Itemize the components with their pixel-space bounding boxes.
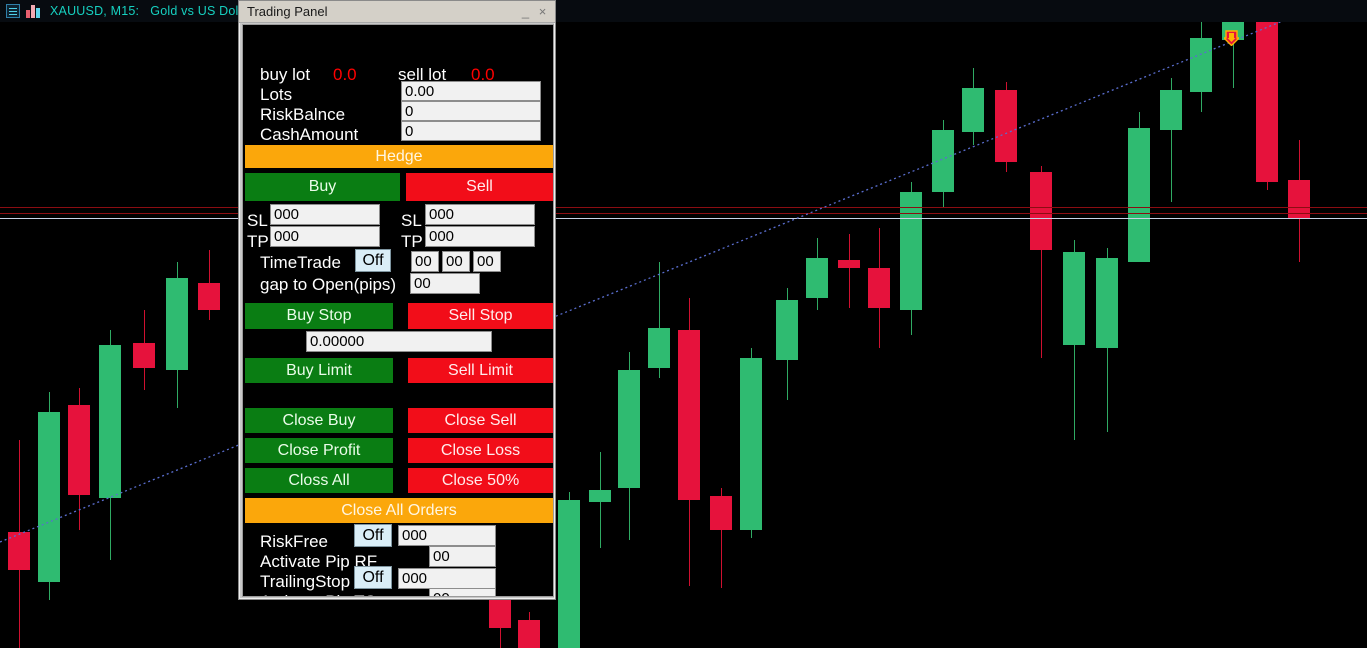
candle <box>838 234 860 308</box>
candle <box>1190 12 1212 112</box>
riskbalance-input[interactable]: 0 <box>401 101 541 121</box>
buy-stop-button[interactable]: Buy Stop <box>245 303 393 329</box>
sell-tp-label: TP <box>401 232 423 251</box>
candle <box>932 120 954 208</box>
close-all-button[interactable]: Closs All <box>245 468 393 493</box>
candle <box>776 288 798 400</box>
app-root: f XAUUSD, M15: Gold vs US Dollar Trading… <box>0 0 1367 648</box>
candle <box>1030 166 1052 358</box>
candle <box>900 182 922 335</box>
candle <box>1096 248 1118 432</box>
candle <box>710 488 732 588</box>
sell-tp-input[interactable]: 000 <box>425 226 535 247</box>
trading-panel-window[interactable]: Trading Panel _ × buy lot 0.0 sell lot 0… <box>238 0 556 600</box>
bid-line <box>0 218 1367 219</box>
timetrade-hours-input[interactable]: 00 <box>411 251 439 272</box>
candle <box>678 298 700 586</box>
candle <box>740 348 762 538</box>
candle <box>198 250 220 320</box>
close-50-percent-button[interactable]: Close 50% <box>408 468 553 493</box>
sell-signal-arrow-icon <box>1224 30 1239 46</box>
trailingstop-toggle[interactable]: Off <box>354 566 392 589</box>
pending-price-input[interactable]: 0.00000 <box>306 331 492 352</box>
riskfree-input[interactable]: 000 <box>398 525 496 546</box>
timetrade-minutes-input[interactable]: 00 <box>442 251 470 272</box>
panel-title: Trading Panel <box>247 4 328 19</box>
candle <box>1063 240 1085 440</box>
candle <box>68 388 90 530</box>
market-watch-icon[interactable] <box>6 4 20 18</box>
candle <box>558 492 580 648</box>
close-buy-button[interactable]: Close Buy <box>245 408 393 433</box>
sl-line <box>0 213 1367 214</box>
candle <box>962 68 984 145</box>
activate-pip-ts-input[interactable]: 00 <box>429 588 496 596</box>
buy-limit-button[interactable]: Buy Limit <box>245 358 393 383</box>
candle <box>166 262 188 408</box>
timetrade-toggle[interactable]: Off <box>355 249 391 272</box>
symbol-label: XAUUSD, M15: Gold vs US Dollar <box>50 4 253 18</box>
trailingstop-input[interactable]: 000 <box>398 568 496 589</box>
close-sell-button[interactable]: Close Sell <box>408 408 553 433</box>
buy-sl-label: SL <box>247 211 268 230</box>
panel-titlebar[interactable]: Trading Panel _ × <box>239 1 555 23</box>
riskfree-toggle[interactable]: Off <box>354 524 392 547</box>
lots-input[interactable]: 0.00 <box>401 81 541 101</box>
riskbalance-label: RiskBalnce <box>260 105 346 124</box>
candle <box>38 392 60 600</box>
candle <box>589 452 611 548</box>
gap-to-open-input[interactable]: 00 <box>410 273 480 294</box>
cashamount-input[interactable]: 0 <box>401 121 541 141</box>
candle <box>995 82 1017 172</box>
candle <box>648 262 670 378</box>
buy-tp-label: TP <box>247 232 269 251</box>
timetrade-label: TimeTrade <box>260 253 341 272</box>
sell-sl-input[interactable]: 000 <box>425 204 535 225</box>
candle <box>8 440 30 648</box>
panel-body: buy lot 0.0 sell lot 0.0 Lots 0.00 RiskB… <box>242 24 554 597</box>
hedge-button[interactable]: Hedge <box>245 145 553 168</box>
timetrade-seconds-input[interactable]: 00 <box>473 251 501 272</box>
close-loss-button[interactable]: Close Loss <box>408 438 553 463</box>
candle <box>1160 78 1182 202</box>
buy-lot-value: 0.0 <box>333 65 357 84</box>
close-all-orders-button[interactable]: Close All Orders <box>245 498 553 523</box>
sell-button[interactable]: Sell <box>406 173 553 201</box>
candle <box>99 330 121 560</box>
candle <box>868 228 890 348</box>
gap-to-open-label: gap to Open(pips) <box>260 275 397 294</box>
sell-limit-button[interactable]: Sell Limit <box>408 358 553 383</box>
minimize-icon[interactable]: _ <box>517 4 534 19</box>
mt4-symbol-bar: XAUUSD, M15: Gold vs US Dollar <box>0 0 1367 22</box>
ask-line <box>0 207 1367 208</box>
activate-pip-ts-label: Activate Pip TS <box>260 592 376 596</box>
price-chart[interactable]: f <box>0 0 1367 648</box>
candle <box>133 310 155 390</box>
candle <box>1288 140 1310 262</box>
candle <box>1128 112 1150 262</box>
close-profit-button[interactable]: Close Profit <box>245 438 393 463</box>
candle <box>806 238 828 310</box>
candle <box>618 352 640 540</box>
buy-button[interactable]: Buy <box>245 173 400 201</box>
candle <box>1256 8 1278 190</box>
lots-label: Lots <box>260 85 293 104</box>
buy-lot-label: buy lot <box>260 65 311 84</box>
activate-pip-rf-input[interactable]: 00 <box>429 546 496 567</box>
candle <box>518 612 540 648</box>
sell-sl-label: SL <box>401 211 422 230</box>
buy-sl-input[interactable]: 000 <box>270 204 380 225</box>
symbol-code: XAUUSD, M15: <box>50 4 140 18</box>
close-icon[interactable]: × <box>534 4 551 19</box>
chart-icon[interactable] <box>26 4 40 18</box>
buy-tp-input[interactable]: 000 <box>270 226 380 247</box>
cashamount-label: CashAmount <box>260 125 359 144</box>
sell-stop-button[interactable]: Sell Stop <box>408 303 553 329</box>
riskfree-label: RiskFree <box>260 532 329 551</box>
trailingstop-label: TrailingStop <box>260 572 351 591</box>
